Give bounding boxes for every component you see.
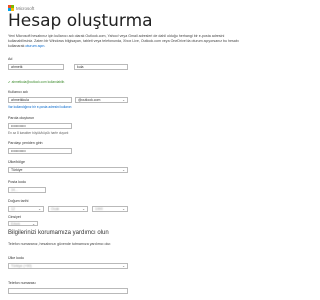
password-label: Parola oluşturun	[8, 116, 35, 120]
chevron-down-icon: ⌄	[122, 168, 125, 172]
chevron-down-icon: ⌄	[122, 264, 125, 268]
username-available-message: ✔ ahmetkula@outlook.com kullanılabilir.	[8, 80, 65, 84]
password-field[interactable]: ••••••••••••	[8, 123, 72, 129]
postal-field-value: 34...	[11, 188, 18, 192]
last-name-field[interactable]: kula	[74, 64, 128, 70]
birth-year-select[interactable]: 1990 ⌄	[92, 206, 128, 212]
first-name-field[interactable]: ahmetk	[8, 64, 64, 70]
country-select[interactable]: Türkiye ⌄	[8, 167, 128, 173]
postal-field[interactable]: 34...	[8, 187, 46, 193]
username-label: Kullanıcı adı	[8, 90, 28, 94]
security-section-subtitle: Telefon numaranız, hesabınızı güvende tu…	[8, 242, 112, 246]
phone-field[interactable]	[8, 288, 128, 294]
country-code-label: Ülke kodu	[8, 256, 24, 260]
birth-day-select[interactable]: 12 ⌄	[8, 206, 44, 212]
gender-select-value: Erkek	[11, 222, 20, 226]
security-section-title: Bilgilerinizi korumamıza yardımcı olun	[8, 230, 109, 236]
birth-year-value: 1990	[95, 207, 103, 211]
domain-select-value: @outlook.com	[78, 98, 101, 102]
birthdate-label: Doğum tarihi	[8, 199, 29, 203]
postal-label: Posta kodu	[8, 180, 26, 184]
password-hint: En az 8 karakter büyük/küçük harfe duyar…	[8, 131, 69, 135]
chevron-down-icon: ⌄	[32, 222, 35, 226]
password-confirm-label: Parolayı yeniden girin	[8, 141, 43, 145]
country-select-value: Türkiye	[11, 168, 23, 172]
name-label: Ad	[8, 57, 13, 61]
gender-label: Cinsiyet	[8, 215, 21, 219]
country-code-select[interactable]: Türkiye (+90) ⌄	[8, 263, 128, 269]
chevron-down-icon: ⌄	[122, 207, 125, 211]
username-field[interactable]: ahmetkkula	[8, 97, 72, 103]
page-title: Hesap oluşturma	[8, 11, 153, 31]
gender-select[interactable]: Erkek ⌄	[8, 221, 38, 226]
use-existing-email-link[interactable]: Var kullandığınız bir e-posta adresini k…	[8, 105, 71, 109]
sign-in-link[interactable]: oturum açın.	[25, 44, 45, 48]
username-available-text: ahmetkula@outlook.com kullanılabilir.	[11, 80, 65, 84]
birth-day-value: 12	[11, 207, 15, 211]
chevron-down-icon: ⌄	[38, 207, 41, 211]
chevron-down-icon: ⌄	[82, 207, 85, 211]
country-label: Ülke/bölge	[8, 160, 25, 164]
signup-page: Microsoft Hesap oluşturma Yeni Microsoft…	[0, 0, 281, 300]
birth-month-value: Ocak	[51, 207, 60, 211]
password-confirm-field[interactable]: ••••••••••••	[8, 148, 72, 154]
chevron-down-icon: ⌄	[122, 98, 125, 102]
country-code-value: Türkiye (+90)	[11, 264, 32, 268]
intro-text: Yeni Microsoft hesabınız için kullanıcı …	[8, 34, 248, 49]
birth-month-select[interactable]: Ocak ⌄	[48, 206, 88, 212]
phone-label: Telefon numarası	[8, 281, 36, 285]
domain-select[interactable]: @outlook.com ⌄	[75, 97, 128, 103]
brand-name: Microsoft	[16, 5, 35, 11]
